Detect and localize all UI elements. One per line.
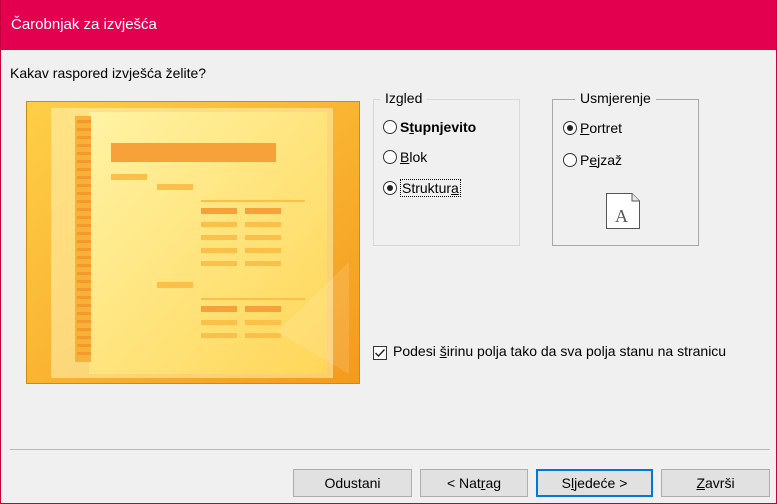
back-button[interactable]: < Nat r ag xyxy=(420,469,528,497)
layout-question: Kakav raspored izvješća želite? xyxy=(10,65,207,81)
window-title: Čarobnjak za izvješća xyxy=(11,16,157,33)
cancel-button[interactable]: Odustani xyxy=(293,469,412,497)
radio-button[interactable] xyxy=(563,153,577,167)
radio-label: Stupnjevito xyxy=(400,119,477,135)
fit-fields-checkbox[interactable]: Podesi širinu polja tako da sva polja st… xyxy=(373,343,743,360)
radio-struktura[interactable]: Struktura xyxy=(383,179,461,197)
radio-button-selected[interactable] xyxy=(563,121,577,135)
radio-label: Struktura xyxy=(400,179,461,197)
radio-portret[interactable]: Portret xyxy=(563,120,622,136)
radio-button[interactable] xyxy=(383,150,397,164)
radio-label: Portret xyxy=(580,120,623,136)
separator xyxy=(10,449,770,450)
fit-fields-label: Podesi širinu polja tako da sva polja st… xyxy=(393,343,727,359)
radio-button-selected[interactable] xyxy=(383,181,397,195)
title-bar: Čarobnjak za izvješća xyxy=(1,0,776,50)
radio-button[interactable] xyxy=(383,120,397,134)
radio-blok[interactable]: Blok xyxy=(383,149,427,165)
finish-button[interactable]: Završi xyxy=(661,469,770,497)
layout-preview-image xyxy=(26,101,360,384)
radio-stupnjevito[interactable]: Stupnjevito xyxy=(383,119,476,135)
radio-label: Pejzaž xyxy=(580,152,623,168)
radio-pejzaz[interactable]: Pejzaž xyxy=(563,152,622,168)
report-wizard-window: Čarobnjak za izvješća Kakav raspored izv… xyxy=(0,0,777,504)
radio-label: Blok xyxy=(400,149,428,165)
orientation-group-legend: Usmjerenje xyxy=(575,90,656,106)
orientation-group: Usmjerenje Portret Pejzaž A xyxy=(552,90,699,246)
checkmark-icon xyxy=(375,349,386,358)
layout-group-legend: Izgled xyxy=(380,90,428,106)
outline-layout-illustration xyxy=(27,102,359,383)
portrait-page-icon: A xyxy=(605,192,641,230)
layout-group: Izgled Stupnjevito Blok Struktura xyxy=(373,90,520,246)
checkbox-checked[interactable] xyxy=(373,346,387,360)
page-icon-letter: A xyxy=(615,206,628,226)
next-button[interactable]: Sl jedeće > xyxy=(536,469,653,497)
